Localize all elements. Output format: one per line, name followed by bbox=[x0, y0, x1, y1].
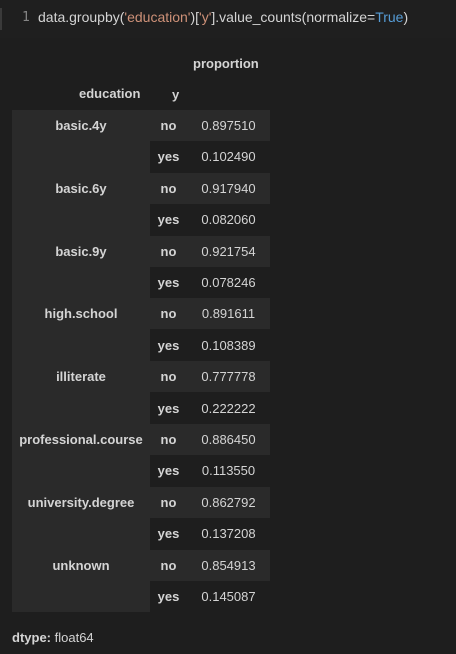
table-row: no 0.862792 bbox=[150, 486, 270, 518]
y-label: yes bbox=[157, 589, 180, 604]
proportion-value: 0.082060 bbox=[201, 212, 256, 228]
table-row: no 0.854913 bbox=[150, 549, 270, 581]
code-prefix: data.groupby( bbox=[38, 9, 125, 25]
y-label: no bbox=[160, 306, 177, 322]
dtype-label: dtype: bbox=[12, 630, 51, 645]
proportion-value: 0.108389 bbox=[201, 337, 256, 353]
cell-edge bbox=[0, 8, 2, 30]
dtype-footer: dtype: float64 bbox=[12, 630, 94, 645]
table-row: yes 0.145087 bbox=[150, 581, 270, 612]
table-row: yes 0.113550 bbox=[150, 455, 270, 486]
y-label: no bbox=[160, 369, 177, 385]
education-label: professional.course bbox=[19, 432, 143, 447]
table-row: no 0.777778 bbox=[150, 361, 270, 393]
proportion-value: 0.897510 bbox=[201, 118, 256, 133]
education-label: high.school bbox=[44, 306, 118, 322]
y-label: no bbox=[160, 243, 177, 259]
table-row: yes 0.078246 bbox=[150, 267, 270, 298]
y-label: yes bbox=[157, 149, 180, 165]
cell-output: proportion education y basic.4y basic.6y b… bbox=[0, 38, 456, 654]
code-cell[interactable]: 1 data.groupby('education')['y'].value_c… bbox=[0, 0, 456, 39]
code-mid: )[ bbox=[190, 9, 200, 25]
y-label: no bbox=[160, 180, 177, 196]
code-suffix: ) bbox=[403, 9, 409, 25]
code-string-education: 'education' bbox=[124, 9, 191, 25]
table-row: no 0.917940 bbox=[150, 172, 270, 204]
table-row: no 0.886450 bbox=[150, 424, 270, 455]
proportion-value: 0.891611 bbox=[201, 306, 256, 322]
code-line[interactable]: data.groupby('education')['y'].value_cou… bbox=[38, 9, 408, 25]
education-label: unknown bbox=[52, 557, 110, 573]
proportion-value: 0.102490 bbox=[201, 149, 256, 165]
table-row: yes 0.108389 bbox=[150, 330, 270, 361]
table-row: no 0.891611 bbox=[150, 298, 270, 330]
proportion-value: 0.862792 bbox=[201, 494, 256, 510]
proportion-value: 0.078246 bbox=[201, 275, 256, 290]
table-row: no 0.897510 bbox=[150, 110, 270, 141]
y-label: yes bbox=[157, 400, 180, 416]
education-label: basic.9y bbox=[55, 243, 107, 259]
table-row: yes 0.082060 bbox=[150, 204, 270, 235]
column-header-proportion: proportion bbox=[193, 56, 259, 71]
education-label: illiterate bbox=[56, 369, 106, 385]
index-header-y: y bbox=[172, 87, 180, 102]
proportion-value: 0.222222 bbox=[201, 400, 256, 416]
proportion-value: 0.917940 bbox=[201, 180, 256, 196]
y-label: no bbox=[160, 118, 177, 133]
education-label: basic.6y bbox=[55, 180, 107, 196]
y-label: no bbox=[160, 432, 177, 447]
y-label: no bbox=[160, 494, 177, 510]
dtype-value: float64 bbox=[54, 630, 94, 645]
proportion-value: 0.921754 bbox=[201, 243, 256, 259]
education-label: basic.4y bbox=[55, 118, 107, 133]
table-row: yes 0.137208 bbox=[150, 518, 270, 549]
table-row: no 0.921754 bbox=[150, 235, 270, 267]
proportion-value: 0.854913 bbox=[201, 557, 256, 573]
code-keyword-true: True bbox=[375, 9, 404, 25]
proportion-value: 0.886450 bbox=[201, 432, 256, 447]
code-mid2: ].value_counts(normalize= bbox=[211, 9, 376, 25]
y-label: no bbox=[160, 557, 177, 573]
proportion-value: 0.137208 bbox=[201, 526, 256, 542]
index-header-education: education bbox=[79, 86, 141, 101]
proportion-value: 0.145087 bbox=[201, 589, 256, 604]
y-label: yes bbox=[157, 212, 180, 228]
y-label: yes bbox=[157, 275, 180, 290]
table-row: yes 0.222222 bbox=[150, 393, 270, 424]
y-label: yes bbox=[157, 337, 180, 353]
table-row: yes 0.102490 bbox=[150, 141, 270, 172]
proportion-value: 0.777778 bbox=[201, 369, 256, 385]
proportion-value: 0.113550 bbox=[201, 463, 256, 479]
line-number: 1 bbox=[22, 10, 30, 25]
y-label: yes bbox=[157, 526, 180, 542]
education-label: university.degree bbox=[27, 494, 135, 510]
code-string-y: 'y' bbox=[199, 9, 212, 25]
y-label: yes bbox=[157, 463, 180, 479]
